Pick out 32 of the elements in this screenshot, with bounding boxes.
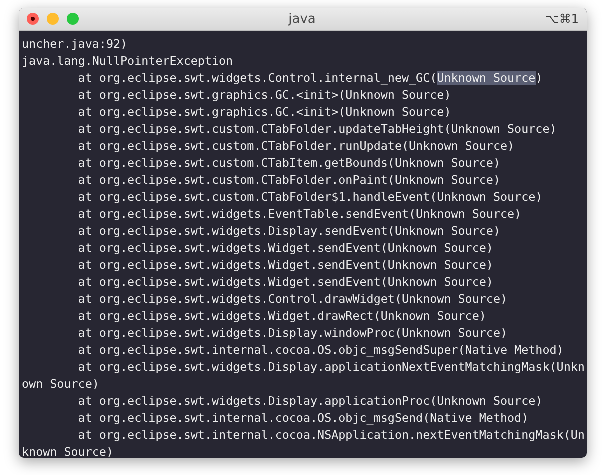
terminal-text: at org.eclipse.swt.widgets.Display.windowProc(Unknown Source) <box>78 326 508 340</box>
terminal-text: at org.eclipse.swt.internal.cocoa.OS.objc_msgSend(Native Method) <box>78 411 529 425</box>
terminal-text: at org.eclipse.swt.custom.CTabFolder.updateTabHeight(Unknown Source) <box>78 122 557 136</box>
terminal-text: at org.eclipse.swt.widgets.Display.sendEvent(Unknown Source) <box>78 224 500 238</box>
terminal-text: at org.eclipse.swt.widgets.EventTable.sendEvent(Unknown Source) <box>78 207 522 221</box>
terminal-text: at org.eclipse.swt.custom.CTabFolder.runUpdate(Unknown Source) <box>78 139 515 153</box>
minimize-button[interactable] <box>47 13 59 25</box>
terminal-text: at org.eclipse.swt.widgets.Display.applicationProc(Unknown Source) <box>78 394 543 408</box>
terminal-text: at org.eclipse.swt.graphics.GC.<init>(Unknown Source) <box>78 88 452 102</box>
terminal-text: at org.eclipse.swt.internal.cocoa.NSApplication.nextEventMatchingMask(Un <box>78 428 585 442</box>
terminal-text: at org.eclipse.swt.widgets.Control.internal_new_GC( <box>78 71 438 85</box>
terminal-text: at org.eclipse.swt.widgets.Control.drawWidget(Unknown Source) <box>78 292 508 306</box>
terminal-text: at org.eclipse.swt.widgets.Display.applicationNextEventMatchingMask(Unkn <box>78 360 585 374</box>
terminal-text: at org.eclipse.swt.internal.cocoa.OS.objc_msgSendSuper(Native Method) <box>78 343 564 357</box>
selected-text: Unknown Source <box>437 71 536 85</box>
close-button[interactable] <box>27 13 39 25</box>
terminal-text: at org.eclipse.swt.widgets.Widget.sendEvent(Unknown Source) <box>78 258 494 272</box>
terminal-text: java.lang.NullPointerException <box>22 54 234 68</box>
terminal-text: at org.eclipse.swt.custom.CTabFolder.onPaint(Unknown Source) <box>78 173 500 187</box>
zoom-button[interactable] <box>67 13 79 25</box>
terminal-text: known Source) <box>22 445 114 458</box>
terminal-text: ) <box>536 71 543 85</box>
terminal-text: at org.eclipse.swt.custom.CTabFolder$1.handleEvent(Unknown Source) <box>78 190 543 204</box>
shortcut-label: ⌥⌘1 <box>546 12 579 26</box>
terminal-text: own Source) <box>22 377 100 391</box>
terminal-text: at org.eclipse.swt.custom.CTabItem.getBounds(Unknown Source) <box>78 156 500 170</box>
terminal-text: at org.eclipse.swt.graphics.GC.<init>(Unknown Source) <box>78 105 452 119</box>
terminal-text: at org.eclipse.swt.widgets.Widget.sendEvent(Unknown Source) <box>78 275 494 289</box>
terminal-text: at org.eclipse.swt.widgets.Widget.drawRect(Unknown Source) <box>78 309 486 323</box>
terminal-text: uncher.java:92) <box>22 37 128 51</box>
window-title: java <box>287 12 317 26</box>
terminal-text: at org.eclipse.swt.widgets.Widget.sendEvent(Unknown Source) <box>78 241 494 255</box>
